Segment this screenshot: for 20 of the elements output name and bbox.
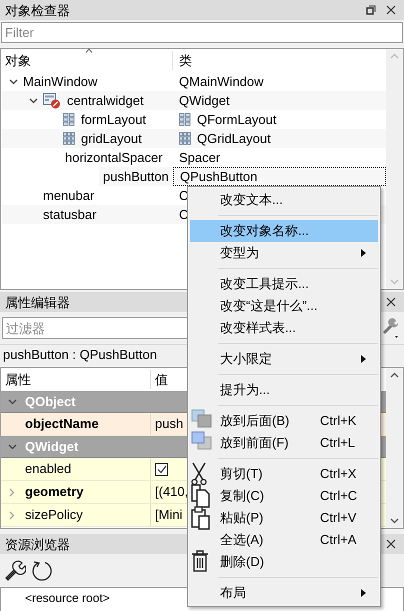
property-name: geometry	[24, 483, 84, 502]
panel-title: 对象检查器	[5, 4, 70, 16]
class-name: QWidget	[179, 92, 230, 110]
group-label: QWidget	[24, 438, 78, 456]
group-label: QObject	[24, 392, 76, 411]
property-value: push	[155, 415, 184, 434]
property-value: [(410,	[155, 483, 188, 502]
panel-title: 属性编辑器	[5, 296, 70, 308]
class-name: QFormLayout	[197, 110, 276, 129]
class-name: C	[179, 186, 188, 205]
class-name: C	[179, 206, 188, 224]
property-name: objectName	[24, 415, 99, 434]
class-name: Spacer	[179, 148, 220, 167]
class-name: QMainWindow	[179, 72, 264, 91]
panel-title: 资源浏览器	[5, 538, 70, 550]
property-name: sizePolicy	[24, 506, 83, 524]
class-name: QGridLayout	[197, 130, 271, 148]
property-name: enabled	[24, 460, 72, 478]
class-name: QPushButton	[180, 168, 258, 185]
property-value: [Mini	[155, 506, 182, 524]
